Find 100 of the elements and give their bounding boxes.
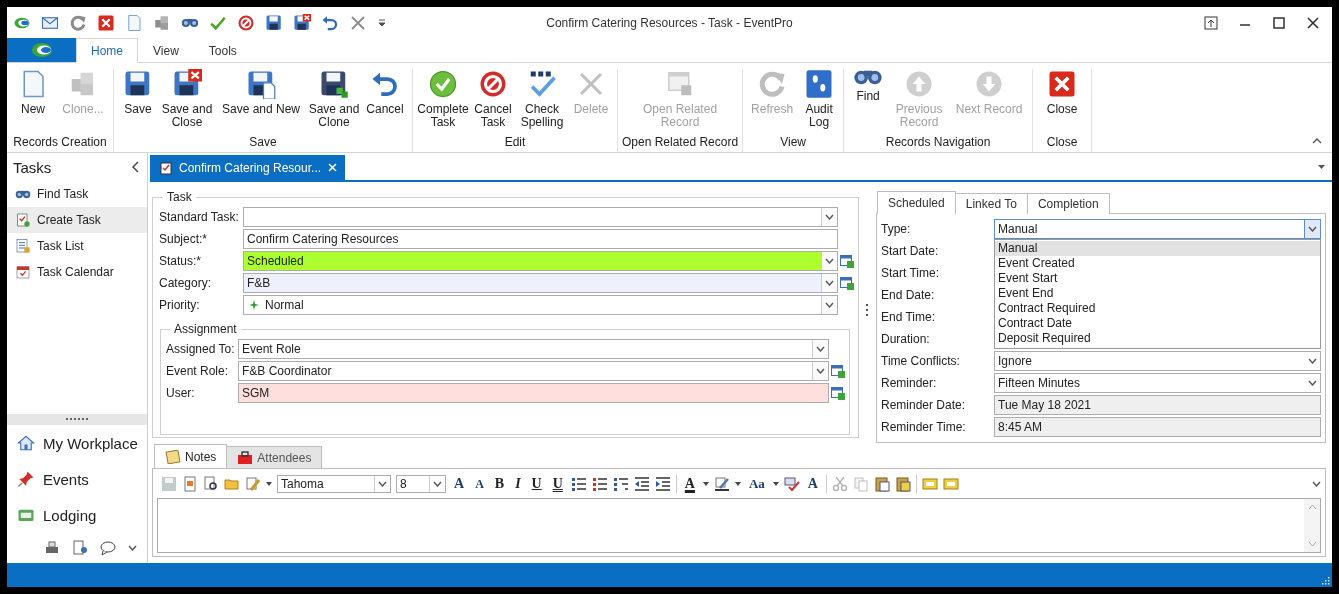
- dropdown-field[interactable]: F&B Coordinator: [238, 361, 829, 381]
- field-icon[interactable]: [922, 476, 938, 492]
- outdent-icon[interactable]: [633, 476, 650, 492]
- ribbon-button[interactable]: Find: [848, 69, 889, 103]
- dropdown-field[interactable]: Event Role: [238, 339, 829, 359]
- tab[interactable]: Linked To: [954, 193, 1028, 214]
- sidebar-item[interactable]: Task Calendar: [7, 259, 147, 285]
- lookup-icon[interactable]: [840, 276, 854, 290]
- prohibited-icon: [478, 69, 508, 99]
- ribbon-button[interactable]: New: [11, 69, 55, 116]
- dropdown-option[interactable]: Deposit Required: [995, 331, 1320, 346]
- format-button[interactable]: A: [451, 476, 468, 492]
- dropdown-field[interactable]: Scheduled: [243, 251, 838, 271]
- speech-bubble-icon[interactable]: [100, 540, 116, 556]
- format-button[interactable]: Aa: [745, 476, 768, 492]
- brush-icon[interactable]: [245, 476, 261, 492]
- dropdown-field[interactable]: F&B: [243, 273, 838, 293]
- text-field[interactable]: SGM: [238, 383, 829, 403]
- sidebar-item[interactable]: Task List: [7, 233, 147, 259]
- ribbon-button[interactable]: Audit Log: [799, 69, 840, 129]
- format-button[interactable]: A: [681, 476, 698, 492]
- numbered-list-icon[interactable]: [591, 476, 608, 492]
- indent-icon[interactable]: [654, 476, 671, 492]
- tab[interactable]: Attendees: [226, 446, 323, 468]
- format-button[interactable]: U: [549, 476, 566, 492]
- format-button[interactable]: I: [512, 476, 524, 492]
- caret-icon[interactable]: [772, 482, 779, 486]
- ribbon-button[interactable]: Complete Task: [417, 69, 469, 129]
- field-icon[interactable]: [943, 476, 959, 492]
- dropdown-field[interactable]: Fifteen Minutes: [994, 373, 1321, 393]
- format-button[interactable]: A: [804, 476, 821, 492]
- ribbon-button[interactable]: Close: [1037, 69, 1088, 116]
- ribbon-button[interactable]: Cancel Task: [471, 69, 515, 129]
- outline-list-icon[interactable]: [612, 476, 629, 492]
- document-tab[interactable]: Confirm Catering Resour...: [150, 155, 346, 180]
- format-button[interactable]: B: [491, 476, 508, 492]
- font-size-dropdown[interactable]: 8: [396, 475, 446, 493]
- dropdown-option[interactable]: Contract Date: [995, 316, 1320, 331]
- format-button[interactable]: A: [472, 476, 487, 492]
- ribbon-tab[interactable]: View: [138, 38, 194, 63]
- dropdown-field[interactable]: [243, 207, 838, 227]
- ribbon-tab[interactable]: Tools: [193, 38, 252, 63]
- dropdown-option[interactable]: Event Start: [995, 271, 1320, 286]
- pin-window-icon[interactable]: [1204, 15, 1218, 30]
- ribbon-button[interactable]: Check Spelling: [517, 69, 567, 129]
- ribbon-tab[interactable]: Home: [76, 38, 138, 63]
- navigation-item[interactable]: Lodging: [7, 497, 147, 533]
- caret-icon[interactable]: [266, 482, 272, 486]
- tab[interactable]: Notes: [154, 444, 228, 468]
- lookup-icon[interactable]: [831, 386, 845, 400]
- check-circle-icon: [428, 69, 458, 99]
- ribbon-button[interactable]: Save and Close: [160, 69, 214, 129]
- dropdown-option[interactable]: Manual: [995, 241, 1320, 256]
- tab[interactable]: Scheduled: [877, 191, 956, 214]
- dropdown-option[interactable]: Event Created: [995, 256, 1320, 271]
- ribbon-button[interactable]: Save and New: [216, 69, 306, 116]
- caret-icon[interactable]: [734, 482, 741, 486]
- binoculars-icon: [15, 189, 31, 199]
- tab[interactable]: Completion: [1026, 193, 1110, 214]
- highlighter-icon[interactable]: [713, 476, 730, 492]
- tab-list-icon[interactable]: [1317, 164, 1326, 170]
- resize-grip-icon[interactable]: [1322, 577, 1330, 585]
- close-icon[interactable]: [1306, 15, 1320, 30]
- group-label: View: [780, 135, 806, 151]
- sidebar-item[interactable]: Create Task: [7, 207, 147, 233]
- group-label: Records Navigation: [885, 135, 991, 151]
- collapse-icon[interactable]: [132, 161, 140, 173]
- application-menu-button[interactable]: [7, 38, 76, 62]
- find-icon[interactable]: [203, 476, 219, 492]
- customize-icon[interactable]: [377, 18, 387, 27]
- notes-editor-field[interactable]: [157, 498, 1321, 553]
- lookup-icon[interactable]: [831, 364, 845, 378]
- ribbon-button[interactable]: Cancel: [362, 69, 408, 116]
- lookup-icon[interactable]: [840, 254, 854, 268]
- dropdown-field[interactable]: Ignore: [994, 351, 1321, 371]
- sidebar-item[interactable]: Find Task: [7, 181, 147, 207]
- collapse-ribbon-icon[interactable]: [1312, 137, 1322, 144]
- font-dropdown[interactable]: Tahoma: [277, 475, 391, 493]
- text-field[interactable]: Confirm Catering Resources: [243, 229, 838, 249]
- dropdown-field[interactable]: Normal: [243, 295, 838, 315]
- caret-icon[interactable]: [702, 482, 709, 486]
- ribbon-button[interactable]: Save and Clone: [308, 69, 360, 129]
- paste-icon[interactable]: [874, 476, 890, 492]
- dropdown-option[interactable]: Event End: [995, 286, 1320, 301]
- dropdown-option[interactable]: Contract Required: [995, 301, 1320, 316]
- star-icon: [249, 300, 259, 310]
- clipboard-icon[interactable]: [895, 476, 911, 492]
- document-icon[interactable]: [182, 476, 198, 492]
- maximize-icon[interactable]: [1272, 15, 1286, 30]
- person-list-icon[interactable]: [72, 540, 88, 556]
- bullet-list-icon[interactable]: [570, 476, 587, 492]
- splitter-handle[interactable]: [7, 414, 147, 425]
- spell-check-icon[interactable]: [783, 476, 800, 492]
- navigation-item[interactable]: Events: [7, 461, 147, 497]
- splitter-grip-icon[interactable]: [866, 304, 869, 318]
- ribbon-button[interactable]: Save: [118, 69, 158, 116]
- chevron-down-icon: [378, 481, 387, 487]
- navigation-item[interactable]: My Workplace: [7, 425, 147, 461]
- format-button[interactable]: U: [528, 476, 545, 492]
- printer-icon[interactable]: [44, 540, 60, 556]
